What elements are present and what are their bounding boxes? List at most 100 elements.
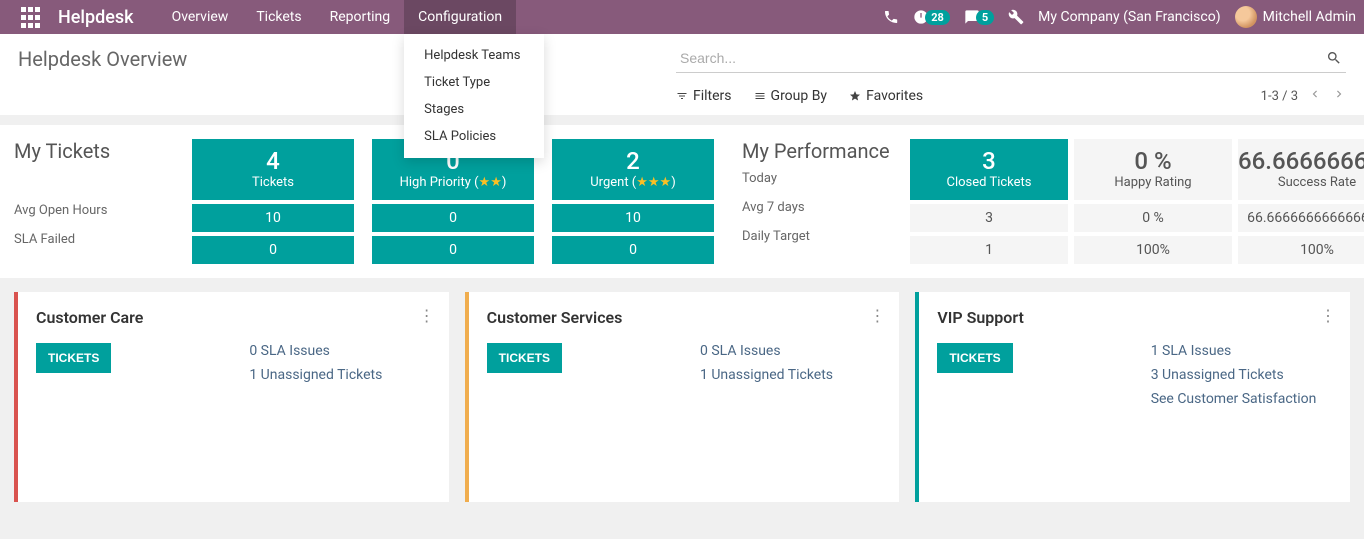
perf-avg7-label: Avg 7 days [742, 200, 892, 215]
dashboard: My Tickets Avg Open Hours SLA Failed 4 T… [0, 125, 1364, 278]
perf-r1: 3 [910, 204, 1068, 232]
search-box [676, 44, 1346, 73]
company-switcher[interactable]: My Company (San Francisco) [1038, 9, 1220, 25]
configuration-dropdown: Helpdesk Teams Ticket Type Stages SLA Po… [404, 34, 544, 158]
my-performance-labels: My Performance Today Avg 7 days Daily Ta… [742, 139, 892, 264]
search-icon[interactable] [1326, 50, 1342, 70]
perf-r2: 1 [910, 236, 1068, 264]
perf-big: 3 [910, 147, 1068, 175]
tools-icon[interactable] [1008, 9, 1024, 25]
team-card: ⋮Customer Care TICKETS 0 SLA Issues 1 Unass… [14, 292, 449, 502]
team-link[interactable]: 3 Unassigned Tickets [1151, 367, 1317, 383]
perf-r1: 66.66666666666667% [1238, 204, 1364, 232]
team-card: ⋮VIP SupportTICKETS1 SLA Issues3 Unassig… [915, 292, 1350, 502]
stat-urgent-box[interactable]: 2 Urgent (★★★) [552, 139, 714, 200]
team-title: Customer Care [36, 308, 431, 327]
perf-cols: 3Closed Tickets310 %Happy Rating0 %100%6… [910, 139, 1364, 264]
team-body: TICKETS 1 SLA Issues 3 Unassigned Tickets S… [937, 343, 1332, 407]
filters-label: Filters [693, 88, 732, 104]
team-link[interactable]: 1 Unassigned Tickets [700, 367, 833, 383]
avatar [1235, 6, 1257, 28]
stat-urgent-cap: Urgent (★★★) [552, 175, 714, 190]
stat-urgent-value: 2 [552, 147, 714, 175]
team-title: Customer Services [487, 308, 882, 327]
phone-icon[interactable] [883, 9, 899, 25]
perf-big: 66.66666666666667% [1238, 147, 1364, 175]
stat-tickets-r2: 0 [192, 236, 354, 264]
activity-indicator[interactable]: 28 [913, 9, 950, 25]
perf-hdr[interactable]: 0 %Happy Rating [1074, 139, 1232, 200]
stat-urgent-r2: 0 [552, 236, 714, 264]
teams-container: ⋮Customer CareTICKETS0 SLA Issues1 Unass… [0, 278, 1364, 516]
page-title: Helpdesk Overview [18, 47, 187, 71]
perf-cap: Happy Rating [1074, 175, 1232, 190]
kebab-icon[interactable]: ⋮ [869, 306, 885, 325]
brand-title: Helpdesk [58, 7, 134, 28]
team-link[interactable]: 0 SLA Issues [249, 343, 382, 359]
sla-failed-label: SLA Failed [14, 232, 174, 247]
nav-items: Overview Tickets Reporting Configuration… [158, 0, 517, 34]
perf-hdr[interactable]: 3Closed Tickets [910, 139, 1068, 200]
my-performance-title: My Performance [742, 139, 892, 163]
stat-hp-r2: 0 [372, 236, 534, 264]
nav-tickets[interactable]: Tickets [242, 0, 315, 34]
stat-tickets-value: 4 [192, 147, 354, 175]
team-body: TICKETS 0 SLA Issues 1 Unassigned Tickets [487, 343, 882, 383]
team-links: 1 SLA Issues 3 Unassigned Tickets See Cust… [1151, 343, 1317, 407]
user-name: Mitchell Admin [1263, 9, 1356, 25]
nav-overview[interactable]: Overview [158, 0, 243, 34]
pager: 1-3 / 3 [1261, 87, 1346, 105]
dropdown-stages[interactable]: Stages [404, 96, 544, 123]
perf-col-1: 0 %Happy Rating0 %100% [1074, 139, 1232, 264]
team-body: TICKETS 0 SLA Issues 1 Unassigned Tickets [36, 343, 431, 383]
nav-reporting[interactable]: Reporting [316, 0, 405, 34]
kebab-icon[interactable]: ⋮ [1320, 306, 1336, 325]
perf-cap: Closed Tickets [910, 175, 1068, 190]
perf-today-label: Today [742, 171, 892, 186]
activity-badge: 28 [925, 10, 950, 25]
perf-col-0: 3Closed Tickets31 [910, 139, 1068, 264]
my-tickets-title: My Tickets [14, 139, 174, 163]
nav-right: 28 5 My Company (San Francisco) Mitchell… [883, 6, 1356, 28]
team-link[interactable]: 0 SLA Issues [700, 343, 833, 359]
groupby-button[interactable]: Group By [754, 88, 828, 104]
nav-configuration[interactable]: Configuration Helpdesk Teams Ticket Type… [404, 0, 516, 34]
team-link[interactable]: 1 Unassigned Tickets [249, 367, 382, 383]
stat-hp-r1: 0 [372, 204, 534, 232]
perf-cap: Success Rate [1238, 175, 1364, 190]
groupby-label: Group By [771, 88, 828, 104]
pager-text: 1-3 / 3 [1261, 89, 1298, 104]
dropdown-sla-policies[interactable]: SLA Policies [404, 123, 544, 150]
tickets-button[interactable]: TICKETS [36, 343, 111, 373]
user-menu[interactable]: Mitchell Admin [1235, 6, 1356, 28]
stat-tickets-box[interactable]: 4 Tickets [192, 139, 354, 200]
perf-col-2: 66.66666666666667%Success Rate66.6666666… [1238, 139, 1364, 264]
messaging-indicator[interactable]: 5 [964, 9, 994, 25]
pager-prev[interactable] [1308, 87, 1322, 105]
search-input[interactable] [676, 44, 1346, 73]
perf-big: 0 % [1074, 147, 1232, 175]
dropdown-helpdesk-teams[interactable]: Helpdesk Teams [404, 42, 544, 69]
team-card: ⋮Customer Services TICKETS 0 SLA Issues 1 U… [465, 292, 900, 502]
kebab-icon[interactable]: ⋮ [419, 306, 435, 325]
apps-icon[interactable] [18, 5, 42, 29]
pager-next[interactable] [1332, 87, 1346, 105]
tickets-button[interactable]: TICKETS [937, 343, 1012, 373]
avg-open-hours-label: Avg Open Hours [14, 203, 174, 218]
tickets-button[interactable]: TICKETS [487, 343, 562, 373]
nav-configuration-label: Configuration [418, 9, 502, 25]
cp-controls: Filters Group By Favorites 1-3 / 3 [676, 87, 1346, 105]
stat-hp-cap: High Priority (★★) [372, 175, 534, 190]
filters-button[interactable]: Filters [676, 88, 732, 104]
perf-target-label: Daily Target [742, 229, 892, 244]
stat-col-urgent: 2 Urgent (★★★) 10 0 [552, 139, 714, 264]
messaging-badge: 5 [976, 10, 994, 25]
star-icon: ★★ [479, 175, 502, 190]
team-links: 0 SLA Issues 1 Unassigned Tickets [700, 343, 833, 383]
favorites-button[interactable]: Favorites [849, 88, 923, 104]
team-link[interactable]: 1 SLA Issues [1151, 343, 1317, 359]
perf-r2: 100% [1238, 236, 1364, 264]
dropdown-ticket-type[interactable]: Ticket Type [404, 69, 544, 96]
perf-hdr[interactable]: 66.66666666666667%Success Rate [1238, 139, 1364, 200]
team-link[interactable]: See Customer Satisfaction [1151, 391, 1317, 407]
